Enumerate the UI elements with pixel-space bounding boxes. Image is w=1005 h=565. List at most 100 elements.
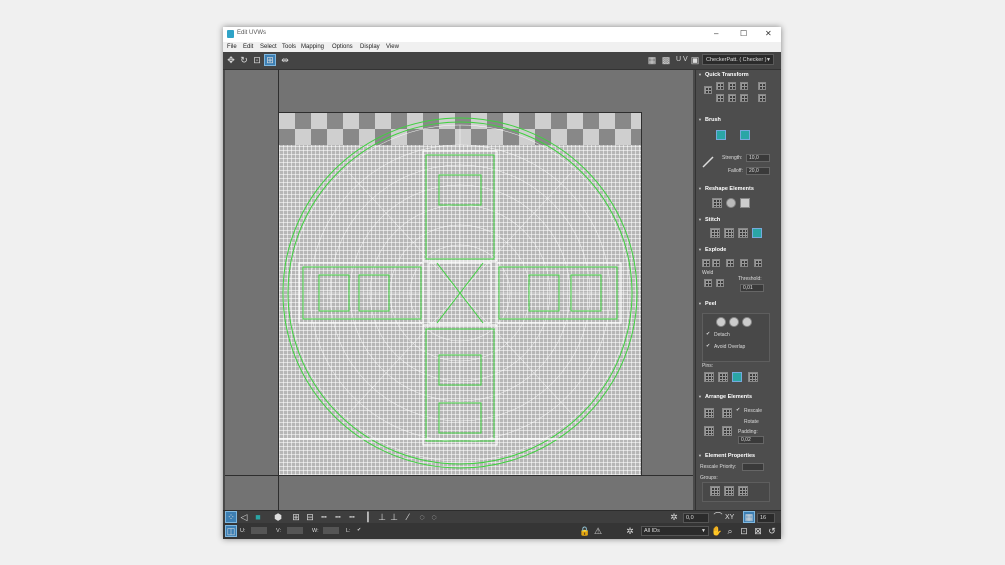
section-reshape-elements[interactable]: ▼ Reshape Elements bbox=[698, 186, 776, 192]
uv-wireframe[interactable] bbox=[279, 113, 641, 475]
peel-mode-icon[interactable] bbox=[729, 317, 739, 327]
section-stitch[interactable]: ▼ Stitch bbox=[698, 217, 776, 223]
minimize-button[interactable]: – bbox=[714, 29, 718, 39]
section-peel[interactable]: ▼ Peel bbox=[698, 301, 776, 307]
padding-spinner[interactable]: 0,02 bbox=[738, 436, 764, 444]
linear-align-icon[interactable] bbox=[758, 94, 766, 102]
section-quick-transform[interactable]: ▼ Quick Transform bbox=[698, 72, 776, 78]
align-horizontal-icon[interactable] bbox=[716, 82, 724, 90]
scale-tool-icon[interactable]: ⊡ bbox=[252, 55, 262, 65]
u-field[interactable] bbox=[251, 527, 267, 534]
menu-display[interactable]: Display bbox=[360, 44, 380, 50]
group-selected-icon[interactable] bbox=[710, 486, 720, 496]
w-field[interactable] bbox=[323, 527, 339, 534]
weld-all-icon[interactable] bbox=[716, 279, 724, 287]
shrink-select-icon[interactable]: ⊟ bbox=[305, 512, 315, 522]
detach-edge-icon[interactable] bbox=[712, 259, 720, 267]
falloff-spinner[interactable]: 20,0 bbox=[746, 167, 770, 175]
menu-edit[interactable]: Edit bbox=[243, 44, 253, 50]
align-icon[interactable] bbox=[704, 86, 712, 94]
arc-icon[interactable]: ⌒ bbox=[713, 512, 723, 522]
absolute-mode-icon[interactable]: ◫ bbox=[225, 525, 237, 537]
ungroup-selected-icon[interactable] bbox=[724, 486, 734, 496]
select-by-icon[interactable]: ┃ bbox=[363, 512, 373, 522]
rotate-checkbox[interactable] bbox=[736, 419, 741, 424]
edge-loop-icon[interactable]: ┅ bbox=[347, 512, 357, 522]
lock-icon[interactable]: 🔒 bbox=[579, 526, 590, 536]
map-combo[interactable]: CheckerPatt. ( Checker ) ▼ bbox=[702, 54, 774, 65]
paint-select-icon[interactable]: ⊥ bbox=[377, 512, 387, 522]
pin-remove-icon[interactable] bbox=[718, 372, 728, 382]
checker-toggle-icon[interactable]: ▦ bbox=[647, 55, 657, 65]
cube-icon[interactable] bbox=[740, 198, 750, 208]
strength-spinner[interactable]: 10,0 bbox=[746, 154, 770, 162]
soft-select-icon[interactable]: ◌ bbox=[417, 512, 427, 522]
filter-icon[interactable]: ✲ bbox=[625, 526, 635, 536]
v-field[interactable] bbox=[287, 527, 303, 534]
pan-icon[interactable]: ✋ bbox=[711, 526, 722, 536]
brush-stroke-icon[interactable] bbox=[702, 156, 714, 168]
rescale-priority-spinner[interactable] bbox=[742, 463, 764, 471]
avoid-overlap-checkbox[interactable]: ✔ bbox=[706, 344, 711, 349]
paint-pinch-icon[interactable] bbox=[740, 130, 750, 140]
angle-spinner[interactable]: 0,0 bbox=[683, 513, 709, 523]
align-vertical-icon[interactable] bbox=[728, 82, 736, 90]
rotate-tool-icon[interactable]: ↻ bbox=[239, 55, 249, 65]
menu-select[interactable]: Select bbox=[260, 44, 277, 50]
vertex-mode-icon[interactable]: ⁘ bbox=[225, 511, 237, 523]
stitch-average-icon[interactable] bbox=[724, 228, 734, 238]
zoom-selected-icon[interactable]: ↺ bbox=[767, 526, 777, 536]
relax-icon[interactable] bbox=[726, 198, 736, 208]
align-to-edge-icon[interactable] bbox=[758, 82, 766, 90]
rotate-ccw-icon[interactable] bbox=[740, 82, 748, 90]
weld-selected-icon[interactable] bbox=[704, 279, 712, 287]
close-button[interactable]: ✕ bbox=[765, 29, 772, 39]
menu-file[interactable]: File bbox=[227, 44, 237, 50]
pack-custom-icon[interactable] bbox=[704, 408, 714, 418]
uv-axis-label[interactable]: U V bbox=[676, 56, 688, 63]
paint-relax-icon[interactable] bbox=[716, 130, 726, 140]
grid-spinner[interactable]: 16 bbox=[757, 513, 775, 523]
threshold-spinner[interactable]: 0,01 bbox=[740, 284, 764, 292]
xy-axis-label[interactable]: XY bbox=[725, 513, 734, 522]
zoom-region-icon[interactable]: ⊡ bbox=[739, 526, 749, 536]
menu-options[interactable]: Options bbox=[332, 44, 353, 50]
rescale-checkbox[interactable]: ✔ bbox=[736, 408, 741, 413]
l-checkbox[interactable]: ✔ bbox=[357, 528, 362, 533]
section-explode[interactable]: ▼ Explode bbox=[698, 247, 776, 253]
loop-select-icon[interactable]: ┅ bbox=[319, 512, 329, 522]
space-horizontal-icon[interactable] bbox=[716, 94, 724, 102]
warning-icon[interactable]: ⚠ bbox=[593, 526, 603, 536]
flatten-by-material-icon[interactable] bbox=[754, 259, 762, 267]
mirror-tool-icon[interactable]: ⇹ bbox=[280, 55, 290, 65]
pack-align-icon[interactable] bbox=[722, 426, 732, 436]
paint-select-decrease-icon[interactable]: ⊥ bbox=[389, 512, 399, 522]
section-element-properties[interactable]: ▼ Element Properties bbox=[698, 453, 776, 459]
show-map-icon[interactable]: ▣ bbox=[690, 55, 700, 65]
maximize-button[interactable]: ☐ bbox=[740, 29, 747, 39]
ids-combo[interactable]: All IDs ▼ bbox=[641, 526, 709, 536]
grow-select-icon[interactable]: ⊞ bbox=[291, 512, 301, 522]
zoom-extents-icon[interactable]: ⊠ bbox=[753, 526, 763, 536]
pack-together-icon[interactable] bbox=[722, 408, 732, 418]
zoom-icon[interactable]: ⌕ bbox=[725, 526, 735, 536]
element-mode-icon[interactable]: ⬢ bbox=[273, 512, 283, 522]
group-select-icon[interactable] bbox=[738, 486, 748, 496]
pin-add-icon[interactable] bbox=[704, 372, 714, 382]
soft-select-falloff-icon[interactable]: ◌ bbox=[429, 512, 439, 522]
stitch-source-icon[interactable] bbox=[710, 228, 720, 238]
stitch-target-icon[interactable] bbox=[738, 228, 748, 238]
edge-mode-icon[interactable]: ◁ bbox=[239, 512, 249, 522]
pack-normalize-icon[interactable] bbox=[704, 426, 714, 436]
grid-snap-icon[interactable]: ▦ bbox=[743, 511, 755, 523]
stitch-custom-icon[interactable] bbox=[752, 228, 762, 238]
menu-tools[interactable]: Tools bbox=[282, 44, 296, 50]
break-icon[interactable] bbox=[702, 259, 710, 267]
freeform-tool-icon[interactable]: ⊞ bbox=[264, 54, 276, 66]
uv-viewport[interactable] bbox=[225, 70, 693, 510]
space-vertical-icon[interactable] bbox=[728, 94, 736, 102]
rotate-cw-icon[interactable] bbox=[740, 94, 748, 102]
straighten-icon[interactable] bbox=[712, 198, 722, 208]
map-toggle-icon[interactable]: ▩ bbox=[661, 55, 671, 65]
reset-peel-icon[interactable] bbox=[742, 317, 752, 327]
